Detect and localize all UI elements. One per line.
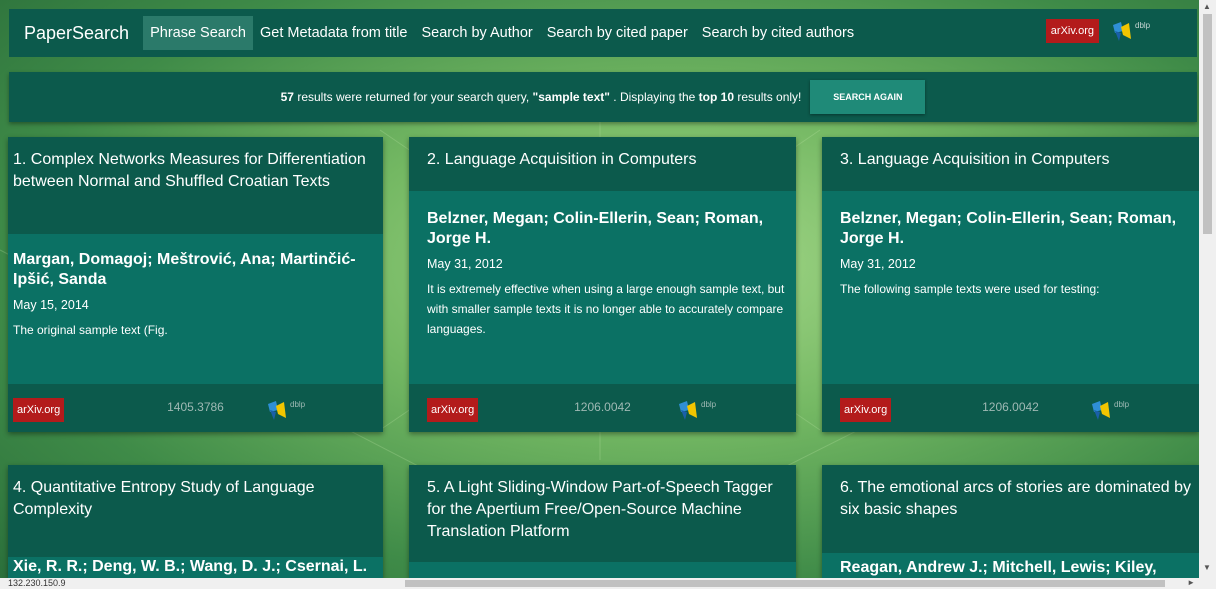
- card-title[interactable]: 1. Complex Networks Measures for Differe…: [8, 137, 383, 234]
- scroll-up-arrow-icon[interactable]: ▲: [1203, 2, 1211, 11]
- card-title[interactable]: 3. Language Acquisition in Computers: [822, 137, 1199, 191]
- card-date: May 31, 2012: [840, 257, 916, 271]
- result-card: 3. Language Acquisition in Computers Bel…: [822, 137, 1199, 432]
- card-title[interactable]: 5. A Light Sliding-Window Part-of-Speech…: [409, 465, 796, 562]
- result-card: 5. A Light Sliding-Window Part-of-Speech…: [409, 465, 796, 578]
- summary-text-pre: results were returned for your search qu…: [293, 90, 533, 104]
- nav-search-by-author[interactable]: Search by Author: [414, 16, 539, 50]
- navbar: PaperSearch Phrase Search Get Metadata f…: [9, 9, 1197, 57]
- card-arxiv-id: 1405.3786: [167, 400, 224, 414]
- search-query: "sample text": [532, 90, 610, 104]
- vertical-scroll-thumb[interactable]: [1203, 14, 1212, 234]
- card-arxiv-id: 1206.0042: [574, 400, 631, 414]
- nav-get-metadata[interactable]: Get Metadata from title: [253, 16, 414, 50]
- nav-search-by-cited-paper[interactable]: Search by cited paper: [540, 16, 695, 50]
- dblp-label: dblp: [1114, 400, 1130, 409]
- results-summary: 57 results were returned for your search…: [281, 90, 802, 104]
- card-authors: Belzner, Megan; Colin-Ellerin, Sean; Rom…: [427, 210, 764, 247]
- summary-text-mid: . Displaying the: [609, 90, 699, 104]
- card-snippet: It is extremely effective when using a l…: [427, 282, 785, 336]
- result-count: 57: [280, 90, 294, 104]
- card-authors: Margan, Domagoj; Meštrović, Ana; Martinč…: [13, 251, 356, 288]
- card-authors: Belzner, Megan; Colin-Ellerin, Sean; Rom…: [840, 210, 1177, 247]
- card-dblp-link[interactable]: dblp: [677, 398, 737, 422]
- brand-logo[interactable]: PaperSearch: [24, 23, 129, 44]
- card-title[interactable]: 4. Quantitative Entropy Study of Languag…: [8, 465, 383, 557]
- card-body: Reagan, Andrew J.; Mitchell, Lewis; Kile…: [822, 553, 1199, 578]
- card-snippet: The original sample text (Fig.: [13, 323, 168, 337]
- card-dblp-link[interactable]: dblp: [266, 398, 326, 422]
- card-date: May 15, 2014: [13, 298, 89, 312]
- card-footer: arXiv.org 1206.0042 dblp: [409, 384, 796, 432]
- dblp-label: dblp: [701, 400, 717, 409]
- card-title[interactable]: 6. The emotional arcs of stories are dom…: [822, 465, 1199, 553]
- card-dblp-link[interactable]: dblp: [1090, 398, 1150, 422]
- card-body: [409, 562, 796, 578]
- dblp-label: dblp: [1135, 21, 1151, 30]
- summary-text-post: results only!: [734, 90, 802, 104]
- result-card: 6. The emotional arcs of stories are dom…: [822, 465, 1199, 578]
- horizontal-scrollbar[interactable]: ►: [405, 578, 1199, 589]
- dblp-link[interactable]: dblp: [1111, 19, 1167, 43]
- result-card: 2. Language Acquisition in Computers Bel…: [409, 137, 796, 432]
- card-body: Margan, Domagoj; Meštrović, Ana; Martinč…: [8, 234, 383, 384]
- result-card: 1. Complex Networks Measures for Differe…: [8, 137, 383, 432]
- nav-external-links: arXiv.org dblp: [1045, 19, 1167, 43]
- arxiv-link[interactable]: arXiv.org: [1045, 19, 1099, 43]
- status-bar: 132.230.150.9: [0, 578, 405, 589]
- horizontal-scroll-thumb[interactable]: [405, 580, 1165, 587]
- card-authors: Xie, R. R.; Deng, W. B.; Wang, D. J.; Cs…: [13, 558, 368, 575]
- card-date: May 31, 2012: [427, 257, 503, 271]
- card-snippet: The following sample texts were used for…: [840, 282, 1100, 296]
- card-title[interactable]: 2. Language Acquisition in Computers: [409, 137, 796, 191]
- dblp-label: dblp: [290, 400, 306, 409]
- top-count: top 10: [698, 90, 735, 104]
- search-again-button[interactable]: SEARCH AGAIN: [810, 80, 926, 114]
- scroll-right-arrow-icon[interactable]: ►: [1187, 578, 1195, 587]
- nav-search-by-cited-authors[interactable]: Search by cited authors: [695, 16, 861, 50]
- card-authors: Reagan, Andrew J.; Mitchell, Lewis; Kile…: [840, 559, 1157, 576]
- card-footer: arXiv.org 1405.3786 dblp: [8, 384, 383, 432]
- results-banner: 57 results were returned for your search…: [9, 72, 1197, 122]
- card-footer: arXiv.org 1206.0042 dblp: [822, 384, 1199, 432]
- vertical-scrollbar[interactable]: ▲ ▼: [1199, 0, 1216, 589]
- scroll-down-arrow-icon[interactable]: ▼: [1203, 563, 1211, 572]
- card-body: Belzner, Megan; Colin-Ellerin, Sean; Rom…: [409, 191, 796, 384]
- result-card: 4. Quantitative Entropy Study of Languag…: [8, 465, 383, 578]
- card-body: Xie, R. R.; Deng, W. B.; Wang, D. J.; Cs…: [8, 557, 383, 578]
- nav-phrase-search[interactable]: Phrase Search: [143, 16, 253, 50]
- card-body: Belzner, Megan; Colin-Ellerin, Sean; Rom…: [822, 191, 1199, 384]
